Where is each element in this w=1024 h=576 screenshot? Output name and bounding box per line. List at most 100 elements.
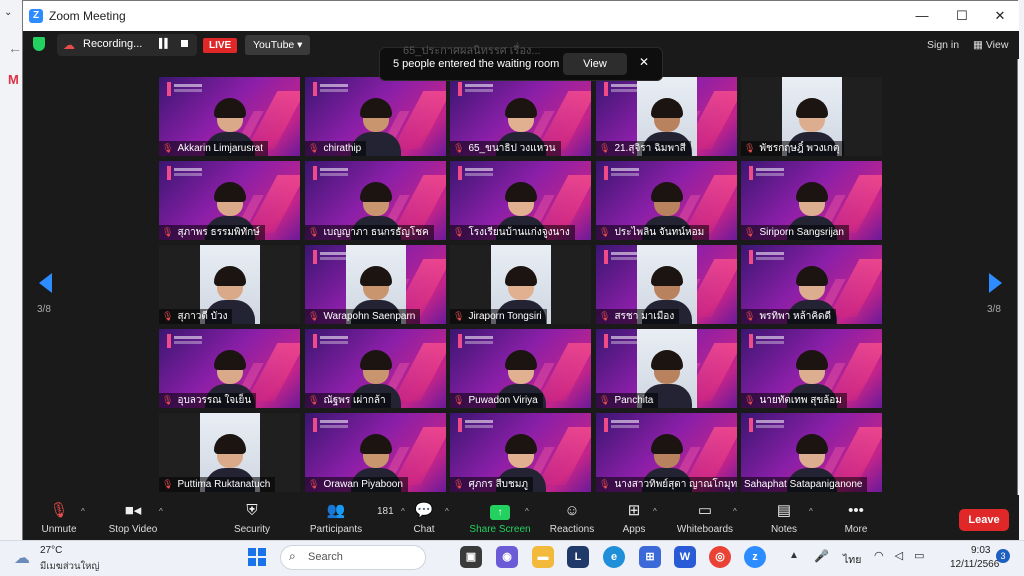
share-screen-button[interactable]: ↑ Share Screen xyxy=(469,501,531,535)
participant-tile[interactable]: 🎙 ประไพลิน จันทน์หอม xyxy=(596,161,737,240)
participant-tile[interactable]: 🎙 Panchita xyxy=(596,329,737,408)
clock-date[interactable]: 12/11/2566 xyxy=(950,559,999,570)
chat-options-caret[interactable]: ^ xyxy=(445,507,449,516)
input-language[interactable]: ไทย xyxy=(843,551,861,568)
participants-options-caret[interactable]: ^ xyxy=(401,507,405,516)
weather-temperature: 27°C xyxy=(40,545,63,556)
whiteboards-button[interactable]: ▭ Whiteboards xyxy=(675,501,735,535)
reactions-button[interactable]: ☺ Reactions xyxy=(547,501,597,535)
participant-tile[interactable]: 🎙 Orawan Piyaboon xyxy=(305,413,446,492)
gmail-icon[interactable]: M xyxy=(8,72,19,87)
notification-ghost-text: 65_ประกาศผลนิทรรศ เรื่อง... xyxy=(403,45,541,57)
participant-tile[interactable]: 🎙 ณัฐพร เผ่ากล้า xyxy=(305,329,446,408)
zoom-taskbar-icon[interactable]: z xyxy=(744,546,766,568)
participant-name-label: 🎙 Panchita xyxy=(596,393,659,408)
maximize-button[interactable]: ☐ xyxy=(943,1,981,31)
participant-tile[interactable]: 🎙 Jiraporn Tongsiri xyxy=(450,245,591,324)
event-logo-icon xyxy=(167,166,203,180)
next-page-arrow-icon[interactable] xyxy=(989,273,1002,293)
participant-name-label: 🎙 chirathip xyxy=(305,141,367,156)
participant-tile[interactable]: 🎙 Puttima Ruktanatuch xyxy=(159,413,300,492)
chat-button[interactable]: 💬 Chat xyxy=(409,501,439,535)
chrome-icon[interactable]: ◎ xyxy=(709,546,731,568)
participant-tile[interactable]: 🎙 นางสาวทิพย์สุดา ญาณโกมุท xyxy=(596,413,737,492)
participant-tile[interactable]: 🎙 Puwadon Viriya xyxy=(450,329,591,408)
participant-tile[interactable]: 🎙 โรงเรียนบ้านแก่งจูงนาง xyxy=(450,161,591,240)
tray-mic-icon[interactable]: 🎤 xyxy=(814,549,829,563)
participant-tile[interactable]: 🎙 สุภาพร ธรรมพิทักษ์ xyxy=(159,161,300,240)
file-explorer-icon[interactable]: ▬ xyxy=(532,546,554,568)
participant-name-label: 🎙 พัชรกฤษฎิ์ พวงเกตุ xyxy=(741,141,845,156)
notification-close-icon[interactable]: ✕ xyxy=(639,55,649,69)
close-window-button[interactable]: ✕ xyxy=(981,1,1019,31)
video-options-caret[interactable]: ^ xyxy=(159,507,163,516)
participant-name: Sahaphat Satapaniganone xyxy=(744,479,863,490)
cloud-weather-icon[interactable]: ☁ xyxy=(14,548,30,568)
participant-tile[interactable]: 🎙 พัชรกฤษฎิ์ พวงเกตุ xyxy=(741,77,882,156)
notification-view-button[interactable]: View xyxy=(563,53,627,75)
stop-video-label: Stop Video xyxy=(108,524,158,535)
apps-button[interactable]: ⊞ Apps xyxy=(619,501,649,535)
leave-button[interactable]: Leave xyxy=(959,509,1009,531)
participant-tile[interactable]: 🎙 Warapohn Saenparn xyxy=(305,245,446,324)
whiteboards-options-caret[interactable]: ^ xyxy=(733,507,737,516)
sign-in-link[interactable]: Sign in xyxy=(927,39,959,51)
tray-chevron-up-icon[interactable]: ▲ xyxy=(789,550,799,561)
apps-grid-icon: ⊞ xyxy=(627,502,641,519)
event-logo-icon xyxy=(313,418,349,432)
back-arrow-icon[interactable]: ← xyxy=(8,40,22,56)
microsoft-store-icon[interactable]: ⊞ xyxy=(639,546,661,568)
participant-name-label: 🎙 Warapohn Saenparn xyxy=(305,309,421,324)
livestream-target-dropdown[interactable]: YouTube ▾ xyxy=(245,35,311,55)
clock-time[interactable]: 9:03 xyxy=(971,545,990,556)
unmute-button[interactable]: 🎙 Unmute xyxy=(37,501,81,535)
word-icon[interactable]: W xyxy=(674,546,696,568)
search-placeholder: Search xyxy=(308,551,343,563)
tray-network-volume-battery-icons[interactable]: ◠ ◁ ▭ xyxy=(874,549,929,562)
participant-tile[interactable]: Sahaphat Satapaniganone xyxy=(741,413,882,492)
participant-tile[interactable]: 🎙 เบญญาภา ธนกรธัญโชค xyxy=(305,161,446,240)
more-button[interactable]: ••• More xyxy=(839,501,873,535)
participant-tile[interactable]: 🎙 Akkarin Limjarusrat xyxy=(159,77,300,156)
participant-tile[interactable]: 🎙 นายทัตเทพ สุขล้อม xyxy=(741,329,882,408)
edge-browser-icon[interactable]: e xyxy=(603,546,625,568)
participant-tile[interactable]: 🎙 พรทิพา หล้าคิดดี xyxy=(741,245,882,324)
participant-tile[interactable]: 🎙 chirathip xyxy=(305,77,446,156)
participant-name: พัชรกฤษฎิ์ พวงเกตุ xyxy=(759,143,840,154)
chevron-down-icon[interactable]: ⌄ xyxy=(4,7,12,18)
notes-button[interactable]: ▤ Notes xyxy=(767,501,801,535)
participant-tile[interactable]: 🎙 สุภาวดี บัวง xyxy=(159,245,300,324)
audio-options-caret[interactable]: ^ xyxy=(81,507,85,516)
task-view-icon[interactable]: ▣ xyxy=(460,546,482,568)
event-logo-icon xyxy=(604,418,640,432)
participant-tile[interactable]: 🎙 สรชา มาเมือง xyxy=(596,245,737,324)
windows-start-icon[interactable] xyxy=(248,548,266,566)
share-options-caret[interactable]: ^ xyxy=(525,507,529,516)
notification-count-badge[interactable]: 3 xyxy=(996,549,1010,563)
apps-options-caret[interactable]: ^ xyxy=(653,507,657,516)
participant-name: Orawan Piyaboon xyxy=(323,479,403,490)
participant-tile[interactable]: 🎙 ศุภกร สืบชมภู xyxy=(450,413,591,492)
previous-page-arrow-icon[interactable] xyxy=(39,273,52,293)
participant-tile[interactable]: 🎙 อุบลวรรณ ใจเย็น xyxy=(159,329,300,408)
taskbar-search-box[interactable] xyxy=(280,545,426,570)
stop-video-button[interactable]: ■◂ Stop Video xyxy=(105,501,161,535)
teams-chat-icon[interactable]: ◉ xyxy=(496,546,518,568)
encryption-shield-icon[interactable] xyxy=(33,37,45,51)
participant-name-label: 🎙 ณัฐพร เผ่ากล้า xyxy=(305,393,391,408)
participants-button[interactable]: 👥 Participants xyxy=(307,501,365,535)
view-layout-button[interactable]: ▦ View xyxy=(973,39,1008,51)
participant-tile[interactable]: 🎙 Siriporn Sangsrijan xyxy=(741,161,882,240)
participants-icon: 👥 xyxy=(326,502,346,519)
app-l-icon[interactable]: L xyxy=(567,546,589,568)
participant-name: นายทัตเทพ สุขล้อม xyxy=(759,395,842,406)
participant-tile[interactable]: 🎙 21.สุจิรา ฉิมพาสี xyxy=(596,77,737,156)
security-button[interactable]: ⛨ Security xyxy=(229,501,275,535)
participant-tile[interactable]: 🎙 65_ขนาธิป วงแหวน xyxy=(450,77,591,156)
pause-recording-button[interactable]: ▌▌ xyxy=(159,38,171,48)
security-label: Security xyxy=(233,524,271,535)
event-logo-icon xyxy=(604,166,640,180)
stop-recording-button[interactable] xyxy=(181,40,188,47)
notes-options-caret[interactable]: ^ xyxy=(809,507,813,516)
minimize-button[interactable]: — xyxy=(903,1,941,31)
